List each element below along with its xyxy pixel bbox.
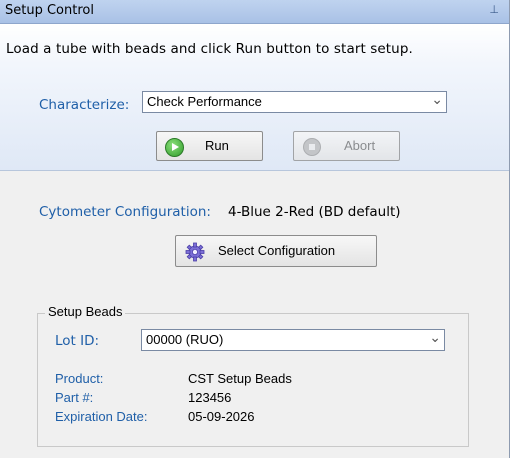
- lot-id-dropdown[interactable]: 00000 (RUO) ⌄: [141, 329, 445, 351]
- characterize-dropdown[interactable]: Check Performance ⌄: [142, 91, 447, 113]
- characterize-label: Characterize:: [39, 97, 130, 113]
- cytometer-configuration-value: 4-Blue 2-Red (BD default): [228, 204, 401, 220]
- part-number-value: 123456: [188, 390, 232, 405]
- expiration-date-label: Expiration Date:: [55, 409, 148, 424]
- characterize-dropdown-value: Check Performance: [147, 94, 262, 109]
- setup-control-panel: Setup Control ⊥ Load a tube with beads a…: [0, 0, 510, 458]
- expiration-date-value: 05-09-2026: [188, 409, 255, 424]
- select-configuration-label: Select Configuration: [218, 243, 336, 258]
- panel-title-bar: Setup Control ⊥: [0, 0, 509, 24]
- chevron-down-icon[interactable]: ⌄: [431, 92, 443, 108]
- window-edge: [510, 0, 518, 458]
- abort-button[interactable]: Abort: [293, 131, 400, 161]
- product-label: Product:: [55, 371, 104, 386]
- instruction-text: Load a tube with beads and click Run but…: [6, 41, 413, 57]
- part-number-label: Part #:: [55, 390, 94, 405]
- play-icon: [165, 138, 184, 157]
- pin-icon[interactable]: ⊥: [489, 3, 499, 16]
- product-value: CST Setup Beads: [188, 371, 292, 386]
- configuration-section: Cytometer Configuration: 4-Blue 2-Red (B…: [0, 171, 509, 458]
- run-button-label: Run: [205, 138, 229, 153]
- gear-icon: [185, 242, 205, 262]
- run-button[interactable]: Run: [156, 131, 263, 161]
- lot-id-label: Lot ID:: [55, 333, 100, 349]
- abort-button-label: Abort: [344, 138, 376, 153]
- select-configuration-button[interactable]: Select Configuration: [175, 235, 377, 267]
- cytometer-configuration-label: Cytometer Configuration:: [39, 204, 211, 220]
- lot-id-dropdown-value: 00000 (RUO): [146, 332, 224, 347]
- panel-title: Setup Control: [5, 3, 94, 18]
- stop-icon: [303, 138, 321, 156]
- setup-run-section: Load a tube with beads and click Run but…: [0, 24, 509, 171]
- setup-beads-title: Setup Beads: [45, 304, 126, 319]
- chevron-down-icon[interactable]: ⌄: [429, 330, 441, 346]
